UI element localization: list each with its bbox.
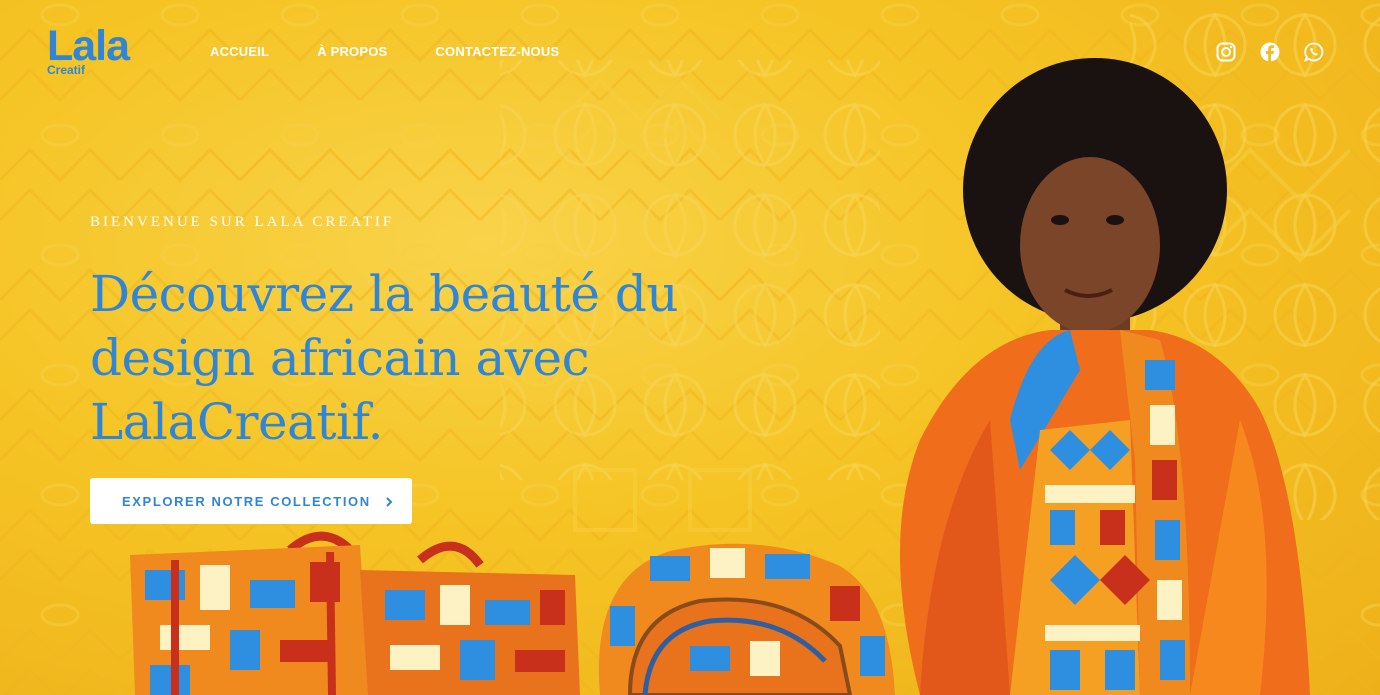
brand-logo[interactable]: Lala Creatif [47, 24, 147, 84]
site-header: Lala Creatif ACCUEIL À PROPOS CONTACTEZ-… [0, 0, 1380, 100]
cta-label: EXPLORER NOTRE COLLECTION [122, 493, 371, 509]
explore-collection-button[interactable]: EXPLORER NOTRE COLLECTION [90, 478, 412, 524]
hero-section: Lala Creatif ACCUEIL À PROPOS CONTACTEZ-… [0, 0, 1380, 695]
social-links [1216, 42, 1324, 62]
backpack-image [598, 543, 895, 695]
chevron-right-icon [383, 495, 395, 507]
whatsapp-icon[interactable] [1303, 42, 1324, 62]
nav-link-about[interactable]: À PROPOS [317, 44, 387, 59]
facebook-icon[interactable] [1260, 42, 1280, 62]
nav-link-contact[interactable]: CONTACTEZ-NOUS [435, 44, 559, 59]
nav-link-home[interactable]: ACCUEIL [210, 44, 269, 59]
hero-eyebrow: BIENVENUE SUR LALA CREATIF [90, 214, 395, 230]
headline-line-3: LalaCreatif. [90, 393, 384, 451]
model-photo [900, 58, 1310, 695]
instagram-icon[interactable] [1216, 42, 1236, 62]
logo-wordmark: Lala [47, 22, 130, 70]
tote-bag-image [130, 531, 580, 695]
main-nav: ACCUEIL À PROPOS CONTACTEZ-NOUS [210, 44, 559, 59]
hero-headline: Découvrez la beauté du design africain a… [90, 262, 730, 454]
headline-line-1: Découvrez la beauté du [90, 265, 679, 323]
headline-line-2: design africain avec [90, 329, 590, 387]
